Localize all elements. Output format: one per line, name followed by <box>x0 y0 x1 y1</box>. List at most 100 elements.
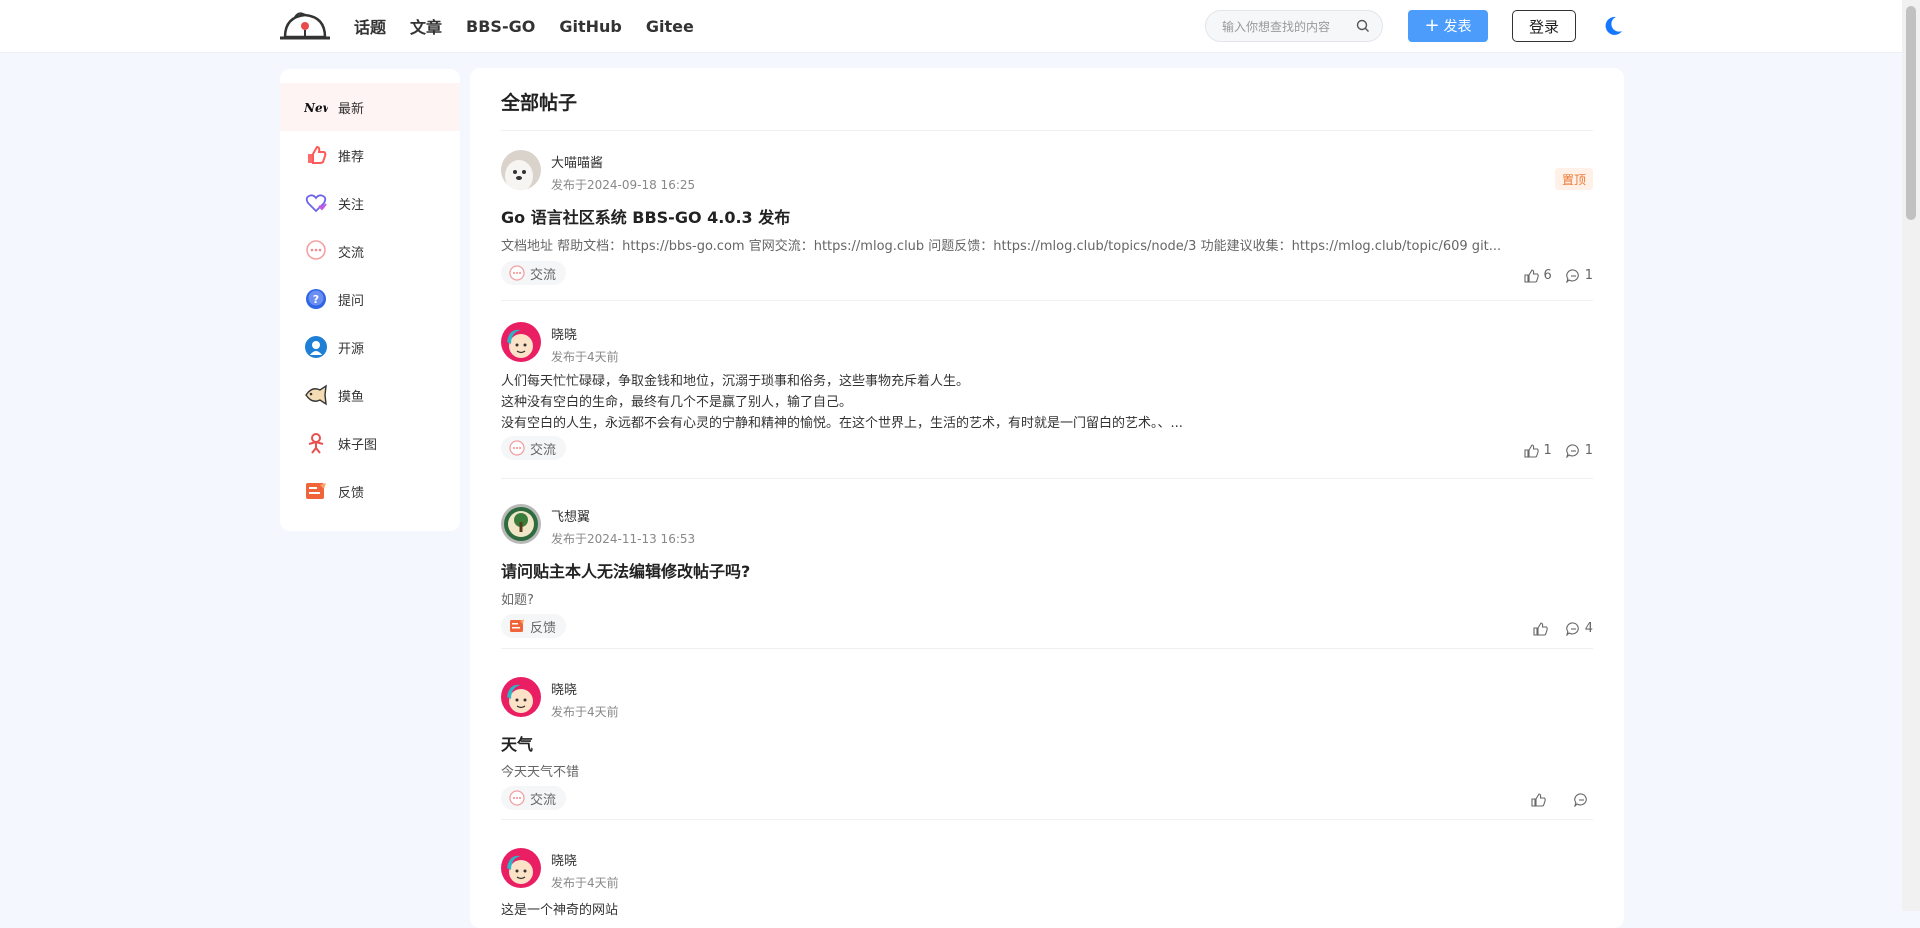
sidebar-item-label: 关注 <box>338 197 365 213</box>
thumbs-up-icon <box>1524 443 1540 458</box>
main-nav: 话题 文章 BBS-GO GitHub Gitee <box>354 0 718 52</box>
sidebar-item-girl-pics[interactable]: 妹子图 <box>280 419 460 467</box>
open-source-icon <box>304 335 328 359</box>
publish-time: 发布于4天前 <box>551 705 619 719</box>
sidebar-item-label: 开源 <box>338 341 365 357</box>
topic-tag[interactable]: 交流 <box>501 436 567 460</box>
topic-item[interactable]: 晓晓 发布于4天前 这是一个神奇的网站 <box>501 848 1593 928</box>
topic-item[interactable]: 晓晓 发布于4天前 天气 今天天气不错 交流 <box>501 677 1593 820</box>
sidebar-item-open-source[interactable]: 开源 <box>280 323 460 371</box>
question-icon: ? <box>304 287 328 311</box>
username[interactable]: 大喵喵酱 <box>551 152 603 171</box>
username[interactable]: 晓晓 <box>551 324 577 343</box>
avatar[interactable] <box>501 322 541 362</box>
thumbs-up-icon <box>304 143 328 167</box>
nav-gitee[interactable]: Gitee <box>646 17 694 36</box>
feedback-icon <box>304 479 328 503</box>
comment-icon <box>1565 621 1579 636</box>
topic-tag[interactable]: 反馈 <box>501 614 567 638</box>
like-button[interactable]: 6 <box>1524 268 1552 283</box>
category-sidebar: New 最新 推荐 关注 交流 ? 提问 开源 摸鱼 <box>280 69 460 531</box>
like-count: 6 <box>1543 268 1552 283</box>
publish-time: 发布于4天前 <box>551 350 619 364</box>
content-line: 人们每天忙忙碌碌，争取金钱和地位，沉溺于琐事和俗务，这些事物充斥着人生。 <box>501 374 970 389</box>
tag-label: 反馈 <box>530 620 557 636</box>
comment-count: 1 <box>1584 443 1593 458</box>
logo-icon[interactable] <box>279 11 331 41</box>
sidebar-item-label: 妹子图 <box>338 437 378 453</box>
topic-title[interactable]: 天气 <box>501 731 533 755</box>
sidebar-item-label: 摸鱼 <box>338 389 365 405</box>
topic-item[interactable]: 飞想翼 发布于2024-11-13 16:53 请问贴主本人无法编辑修改帖子吗?… <box>501 504 1593 649</box>
avatar[interactable] <box>501 677 541 717</box>
sidebar-item-chat[interactable]: 交流 <box>280 227 460 275</box>
post-button-label: 发表 <box>1443 19 1472 35</box>
avatar[interactable] <box>501 150 541 190</box>
search-input[interactable] <box>1220 11 1352 43</box>
thumbs-up-icon <box>1531 793 1546 807</box>
scrollbar-thumb[interactable] <box>1906 6 1916 220</box>
page-scrollbar[interactable] <box>1902 0 1920 911</box>
sidebar-item-question[interactable]: ? 提问 <box>280 275 460 323</box>
svg-text:?: ? <box>313 293 319 306</box>
topic-item[interactable]: 晓晓 发布于4天前 人们每天忙忙碌碌，争取金钱和地位，沉溺于琐事和俗务，这些事物… <box>501 322 1593 479</box>
svg-text:New: New <box>304 101 328 115</box>
sidebar-item-label: 最新 <box>338 101 365 117</box>
content-line: 这种没有空白的生命，最终有几个不是赢了别人，输了自己。 <box>501 395 853 410</box>
username[interactable]: 晓晓 <box>551 850 577 869</box>
dark-mode-moon-icon[interactable] <box>1602 15 1624 37</box>
nav-articles[interactable]: 文章 <box>410 14 442 38</box>
nav-topics[interactable]: 话题 <box>354 14 386 38</box>
sidebar-item-latest[interactable]: New 最新 <box>280 83 460 131</box>
username[interactable]: 晓晓 <box>551 679 577 698</box>
comment-button[interactable]: 1 <box>1565 268 1593 283</box>
topic-summary[interactable]: 如题? <box>501 589 534 608</box>
topic-content[interactable]: 人们每天忙忙碌碌，争取金钱和地位，沉溺于琐事和俗务，这些事物充斥着人生。 这种没… <box>501 371 1183 434</box>
comment-button[interactable] <box>1574 793 1593 807</box>
tag-label: 交流 <box>530 792 557 808</box>
topic-tag[interactable]: 交流 <box>501 261 567 285</box>
topic-title[interactable]: 请问贴主本人无法编辑修改帖子吗? <box>501 558 750 582</box>
girl-icon <box>304 431 328 455</box>
plus-icon: + <box>1424 15 1440 36</box>
search-icon[interactable] <box>1356 19 1370 33</box>
topic-summary[interactable]: 文档地址 帮助文档：https://bbs-go.com 官网交流：https:… <box>501 235 1501 254</box>
thumbs-up-icon <box>1524 268 1540 283</box>
like-button[interactable]: 1 <box>1524 443 1552 458</box>
avatar[interactable] <box>501 848 541 888</box>
topic-item[interactable]: 大喵喵酱 发布于2024-09-18 16:25 置顶 Go 语言社区系统 BB… <box>501 150 1593 301</box>
comment-icon <box>1574 793 1587 807</box>
topic-stats <box>1517 793 1593 807</box>
tag-label: 交流 <box>530 442 557 458</box>
topic-tag[interactable]: 交流 <box>501 786 567 810</box>
thumbs-up-icon <box>1533 621 1548 636</box>
topic-list-panel: 全部帖子 大喵喵酱 发布于2024-09-18 16:25 置顶 Go 语言社区… <box>470 68 1624 928</box>
publish-time: 发布于2024-09-18 16:25 <box>551 178 696 192</box>
like-count: 1 <box>1543 443 1552 458</box>
username[interactable]: 飞想翼 <box>551 506 590 525</box>
sidebar-item-follow[interactable]: 关注 <box>280 179 460 227</box>
chat-icon <box>509 790 525 806</box>
chat-icon <box>509 440 525 456</box>
sidebar-item-label: 推荐 <box>338 149 365 165</box>
post-button[interactable]: + 发表 <box>1408 10 1488 42</box>
comment-button[interactable]: 1 <box>1565 443 1593 458</box>
login-button[interactable]: 登录 <box>1512 10 1576 42</box>
pinned-badge: 置顶 <box>1555 168 1593 190</box>
sidebar-item-feedback[interactable]: 反馈 <box>280 467 460 515</box>
nav-bbs-go[interactable]: BBS-GO <box>466 17 535 36</box>
nav-github[interactable]: GitHub <box>559 17 622 36</box>
content-line: 没有空白的人生，永远都不会有心灵的宁静和精神的愉悦。在这个世界上，生活的艺术，有… <box>501 416 1183 431</box>
topic-summary[interactable]: 今天天气不错 <box>501 761 579 780</box>
topic-stats: 4 <box>1519 621 1593 636</box>
like-button[interactable] <box>1533 621 1552 636</box>
topic-title[interactable]: Go 语言社区系统 BBS-GO 4.0.3 发布 <box>501 204 790 228</box>
search-box <box>1205 10 1383 43</box>
like-button[interactable] <box>1531 793 1550 807</box>
sidebar-item-label: 提问 <box>338 293 365 309</box>
sidebar-item-recommend[interactable]: 推荐 <box>280 131 460 179</box>
comment-button[interactable]: 4 <box>1565 621 1593 636</box>
avatar[interactable] <box>501 504 541 544</box>
divider <box>501 130 1593 131</box>
sidebar-item-fish[interactable]: 摸鱼 <box>280 371 460 419</box>
